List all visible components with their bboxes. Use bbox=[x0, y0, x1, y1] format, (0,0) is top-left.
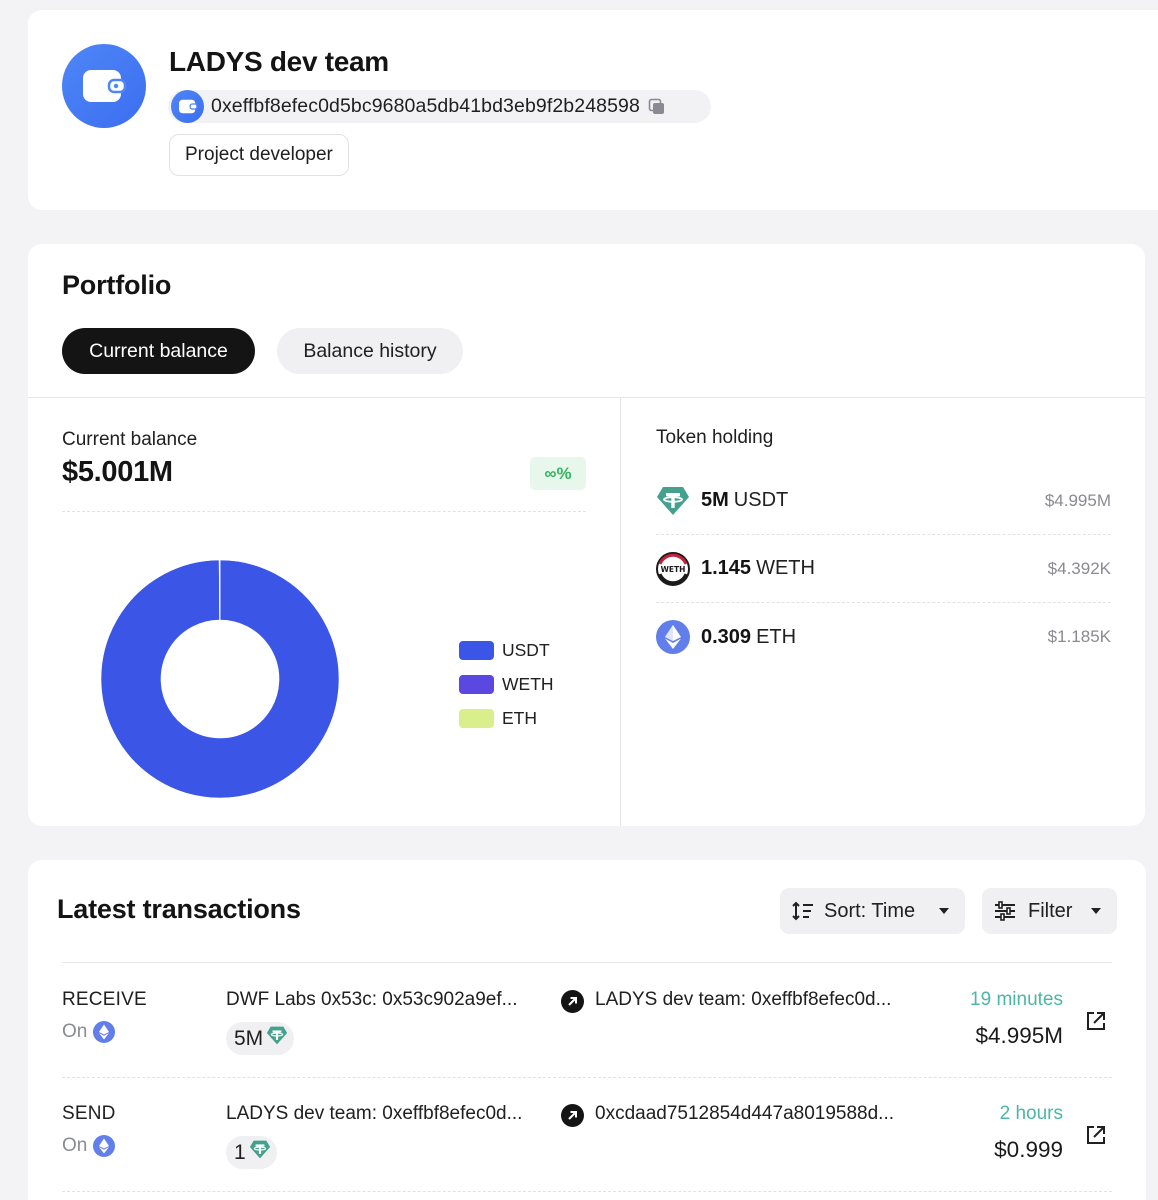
tx-chain: On bbox=[62, 1135, 116, 1157]
token-usd-value: $4.995M bbox=[1044, 490, 1111, 510]
tx-amount-pill: 5M bbox=[226, 1022, 295, 1055]
role-tag: Project developer bbox=[169, 134, 349, 176]
ethereum-chain-icon bbox=[93, 1135, 116, 1157]
eth-icon bbox=[656, 620, 690, 654]
tx-time: 2 hours bbox=[999, 1103, 1063, 1124]
token-usd-value: $1.185K bbox=[1047, 627, 1111, 646]
profile-card: LADYS dev team 0xeffbf8efec0d5bc9680a5db… bbox=[28, 10, 1158, 210]
token-row-eth[interactable]: 0.309 ETH $1.185K bbox=[656, 603, 1111, 671]
tx-amount: 5M bbox=[234, 1026, 264, 1050]
tx-type: RECEIVE bbox=[62, 989, 147, 1010]
external-link-icon[interactable] bbox=[1085, 1010, 1107, 1032]
entity-name: LADYS dev team bbox=[169, 46, 389, 77]
legend-item-weth: WETH bbox=[459, 667, 554, 701]
tx-to-address[interactable]: LADYS dev team: 0xeffbf8efec0d... bbox=[595, 989, 891, 1011]
current-balance-value: $5.001M bbox=[62, 456, 173, 488]
legend-label: USDT bbox=[502, 639, 550, 660]
chevron-down-icon bbox=[939, 908, 949, 914]
token-amount: 5M bbox=[701, 489, 729, 511]
token-holding-title: Token holding bbox=[656, 427, 774, 448]
change-badge: ∞% bbox=[530, 457, 586, 490]
filter-button[interactable]: Filter bbox=[982, 888, 1117, 934]
tx-amount: 1 bbox=[234, 1140, 246, 1164]
legend-swatch-weth bbox=[459, 674, 494, 694]
token-symbol: WETH bbox=[756, 557, 815, 579]
legend-label: WETH bbox=[502, 673, 554, 694]
tx-on-label: On bbox=[62, 1021, 88, 1042]
transactions-card: Latest transactions Sort: Time Filter RE… bbox=[28, 860, 1146, 1200]
usdt-icon bbox=[656, 484, 690, 518]
tx-to-address[interactable]: 0xcdaad7512854d447a8019588d... bbox=[595, 1103, 894, 1125]
address-pill[interactable]: 0xeffbf8efec0d5bc9680a5db41bd3eb9f2b2485… bbox=[168, 90, 711, 123]
tx-amount-pill: 1 bbox=[226, 1136, 277, 1169]
divider bbox=[62, 1191, 1112, 1192]
wallet-avatar-icon bbox=[62, 44, 146, 128]
copy-icon[interactable] bbox=[648, 98, 666, 116]
tx-type: SEND bbox=[62, 1103, 116, 1124]
tx-time: 19 minutes bbox=[970, 989, 1063, 1010]
transactions-title: Latest transactions bbox=[57, 894, 301, 924]
usdt-icon bbox=[249, 1140, 271, 1165]
ethereum-chain-icon bbox=[93, 1021, 116, 1043]
tx-from-address[interactable]: DWF Labs 0x53c: 0x53c902a9ef... bbox=[226, 989, 518, 1011]
token-symbol: ETH bbox=[756, 625, 797, 648]
divider bbox=[62, 511, 586, 512]
arrow-up-right-icon bbox=[561, 1104, 584, 1127]
tab-balance-history[interactable]: Balance history bbox=[277, 328, 463, 374]
legend-item-eth: ETH bbox=[459, 701, 554, 735]
tx-usd-value: $0.999 bbox=[994, 1137, 1063, 1162]
current-balance-label: Current balance bbox=[62, 429, 198, 450]
token-usd-value: $4.392K bbox=[1047, 558, 1111, 578]
transaction-row[interactable]: RECEIVE On DWF Labs 0x53c: 0x53c902a9ef.… bbox=[28, 963, 1146, 1077]
legend-label: ETH bbox=[502, 707, 537, 728]
external-link-icon[interactable] bbox=[1085, 1124, 1107, 1146]
svg-text:WETH: WETH bbox=[661, 565, 686, 574]
tx-from-address[interactable]: LADYS dev team: 0xeffbf8efec0d... bbox=[226, 1103, 522, 1125]
sort-label: Sort: Time bbox=[824, 899, 916, 922]
token-amount: 1.145 bbox=[701, 557, 752, 579]
tx-chain: On bbox=[62, 1021, 116, 1043]
wallet-address[interactable]: 0xeffbf8efec0d5bc9680a5db41bd3eb9f2b2485… bbox=[211, 95, 640, 118]
arrow-up-right-icon bbox=[561, 990, 584, 1013]
token-symbol: USDT bbox=[733, 489, 789, 511]
filter-label: Filter bbox=[1028, 899, 1073, 922]
legend-swatch-eth bbox=[459, 708, 494, 728]
divider bbox=[620, 398, 621, 826]
portfolio-title: Portfolio bbox=[62, 270, 172, 300]
token-row-usdt[interactable]: 5M USDT $4.995M bbox=[656, 467, 1111, 535]
legend-swatch-usdt bbox=[459, 640, 494, 660]
tx-on-label: On bbox=[62, 1135, 88, 1156]
tx-usd-value: $4.995M bbox=[975, 1023, 1063, 1048]
legend-item-usdt: USDT bbox=[459, 633, 554, 667]
wallet-mini-icon bbox=[171, 90, 204, 123]
chevron-down-icon bbox=[1091, 908, 1101, 914]
portfolio-card: Portfolio Current balance Balance histor… bbox=[28, 244, 1145, 826]
transaction-row[interactable]: SEND On LADYS dev team: 0xeffbf8efec0d..… bbox=[28, 1077, 1146, 1191]
sort-icon bbox=[792, 901, 813, 921]
chart-legend: USDT WETH ETH bbox=[459, 633, 554, 735]
allocation-donut-chart bbox=[100, 559, 340, 799]
divider bbox=[28, 397, 1145, 398]
filter-sliders-icon bbox=[995, 901, 1015, 921]
token-row-weth[interactable]: WETH 1.145 WETH $4.392K bbox=[656, 535, 1111, 603]
weth-icon: WETH bbox=[656, 551, 690, 586]
usdt-icon bbox=[266, 1026, 288, 1051]
tab-current-balance[interactable]: Current balance bbox=[62, 328, 255, 374]
sort-button[interactable]: Sort: Time bbox=[780, 888, 965, 934]
token-amount: 0.309 bbox=[701, 625, 752, 648]
